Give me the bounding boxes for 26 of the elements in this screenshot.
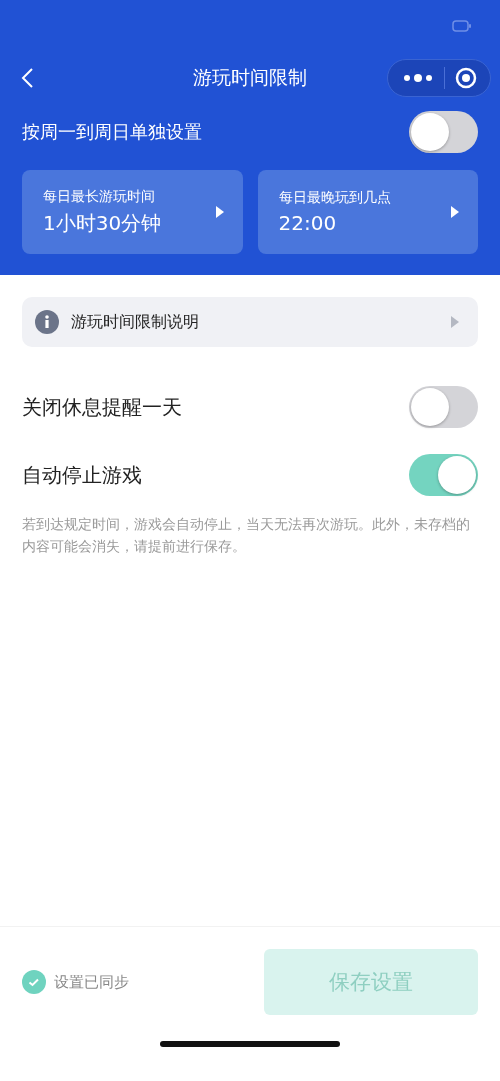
weekly-toggle[interactable] <box>409 111 478 153</box>
info-bar[interactable]: 游玩时间限制说明 <box>22 297 478 347</box>
card-value: 1小时30分钟 <box>43 209 162 237</box>
page-title: 游玩时间限制 <box>193 64 307 90</box>
note-text: 若到达规定时间，游戏会自动停止，当天无法再次游玩。此外，未存档的内容可能会消失，请提前进行保存。 <box>22 515 471 556</box>
card-value: 22:00 <box>278 211 338 235</box>
info-icon <box>35 310 59 334</box>
info-label: 游玩时间限制说明 <box>71 311 200 333</box>
sync-status: 设置已同步 <box>54 972 129 992</box>
close-target-icon[interactable] <box>455 66 478 89</box>
play-arrow-icon <box>214 205 225 219</box>
play-arrow-icon <box>450 315 460 329</box>
weekly-setting-label: 按周一到周日单独设置 <box>22 120 202 144</box>
battery-icon <box>452 19 472 32</box>
check-circle-icon <box>22 970 46 994</box>
time-card[interactable]: 每日最晚玩到几点 22:00 <box>257 170 478 254</box>
capsule-menu[interactable] <box>387 58 491 97</box>
card-label: 每日最晚玩到几点 <box>278 189 391 207</box>
setting-label: 关闭休息提醒一天 <box>22 393 182 421</box>
back-icon[interactable] <box>20 66 34 89</box>
setting-toggle[interactable] <box>409 454 478 496</box>
time-card[interactable]: 每日最长游玩时间 1小时30分钟 <box>22 170 243 254</box>
setting-label: 自动停止游戏 <box>22 461 142 489</box>
play-arrow-icon <box>450 205 460 219</box>
card-label: 每日最长游玩时间 <box>43 187 156 206</box>
setting-toggle[interactable] <box>409 386 478 428</box>
